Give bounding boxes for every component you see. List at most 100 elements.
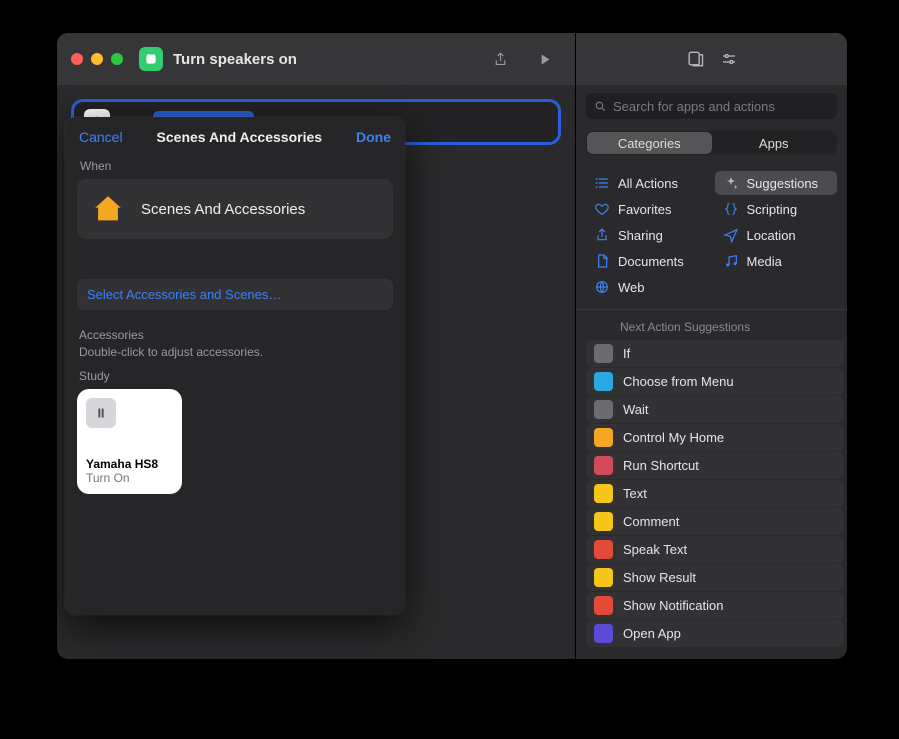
braces-icon [723, 201, 739, 217]
suggestion-label: Run Shortcut [623, 458, 699, 473]
accessory-icon [86, 398, 116, 428]
suggestion-icon [594, 540, 613, 559]
window-title: Turn speakers on [173, 51, 473, 68]
library-toggle-button[interactable] [684, 48, 706, 70]
library-icon [685, 49, 705, 69]
category-label: Documents [618, 254, 684, 269]
minimize-window-button[interactable] [91, 53, 103, 65]
suggestion-icon [594, 344, 613, 363]
when-scene-row[interactable]: Scenes And Accessories [77, 179, 393, 239]
window: Turn speakers on Set Yamaha HS8 Cancel S… [57, 33, 847, 659]
suggestion-icon [594, 596, 613, 615]
suggestion-label: Control My Home [623, 430, 724, 445]
music-icon [723, 253, 739, 269]
category-sharing[interactable]: Sharing [586, 223, 709, 247]
category-location[interactable]: Location [715, 223, 838, 247]
zoom-window-button[interactable] [111, 53, 123, 65]
close-window-button[interactable] [71, 53, 83, 65]
accessories-hint: Double-click to adjust accessories. [77, 345, 393, 359]
suggestion-label: Wait [623, 402, 649, 417]
scene-row-label: Scenes And Accessories [141, 201, 305, 218]
done-button[interactable]: Done [356, 129, 391, 145]
suggestion-speak-text[interactable]: Speak Text [586, 536, 843, 563]
suggestion-label: Choose from Menu [623, 374, 734, 389]
library-toolbar [576, 33, 847, 85]
sparkle-icon [723, 175, 739, 191]
suggestion-choose-from-menu[interactable]: Choose from Menu [586, 368, 843, 395]
titlebar: Turn speakers on [57, 33, 575, 85]
category-label: Suggestions [747, 176, 819, 191]
suggestion-icon [594, 568, 613, 587]
popover-header: Cancel Scenes And Accessories Done [77, 129, 393, 157]
search-field[interactable] [586, 93, 837, 119]
category-suggestions[interactable]: Suggestions [715, 171, 838, 195]
cancel-button[interactable]: Cancel [79, 129, 123, 145]
suggestion-icon [594, 372, 613, 391]
suggestion-control-my-home[interactable]: Control My Home [586, 424, 843, 451]
suggestion-icon [594, 456, 613, 475]
category-label: Scripting [747, 202, 798, 217]
suggestion-icon [594, 400, 613, 419]
category-label: Web [618, 280, 645, 295]
category-web[interactable]: Web [586, 275, 709, 299]
suggestions-scroll[interactable]: Next Action Suggestions IfChoose from Me… [586, 316, 843, 659]
category-label: All Actions [618, 176, 678, 191]
suggestion-show-result[interactable]: Show Result [586, 564, 843, 591]
suggestion-comment[interactable]: Comment [586, 508, 843, 535]
share-icon [594, 227, 610, 243]
shortcuts-glyph-icon [144, 52, 158, 66]
accessories-heading: Accessories [77, 328, 393, 342]
traffic-lights [71, 53, 123, 65]
search-container [576, 85, 847, 127]
category-favorites[interactable]: Favorites [586, 197, 709, 221]
settings-button[interactable] [718, 48, 740, 70]
category-scripting[interactable]: Scripting [715, 197, 838, 221]
category-label: Location [747, 228, 796, 243]
suggestion-icon [594, 624, 613, 643]
select-accessories-link[interactable]: Select Accessories and Scenes… [77, 279, 393, 310]
segment-apps[interactable]: Apps [712, 132, 837, 154]
heart-icon [594, 201, 610, 217]
library-segment: Categories Apps [586, 131, 837, 155]
category-documents[interactable]: Documents [586, 249, 709, 273]
scenes-accessories-popover: Cancel Scenes And Accessories Done When … [65, 117, 405, 615]
editor-pane: Turn speakers on Set Yamaha HS8 Cancel S… [57, 33, 575, 659]
house-large-icon [91, 192, 125, 226]
when-label: When [77, 157, 393, 179]
accessory-name: Yamaha HS8 [86, 457, 173, 471]
category-grid: All Actions Suggestions Favorites Scripting… [576, 165, 847, 310]
category-media[interactable]: Media [715, 249, 838, 273]
suggestion-open-app[interactable]: Open App [586, 620, 843, 647]
suggestion-label: Speak Text [623, 542, 687, 557]
category-all-actions[interactable]: All Actions [586, 171, 709, 195]
list-icon [594, 175, 610, 191]
segment-categories[interactable]: Categories [587, 132, 712, 154]
suggestion-wait[interactable]: Wait [586, 396, 843, 423]
suggestion-run-shortcut[interactable]: Run Shortcut [586, 452, 843, 479]
popover-title: Scenes And Accessories [157, 129, 323, 145]
power-icon [93, 405, 109, 421]
sliders-icon [720, 50, 738, 68]
run-button[interactable] [527, 45, 561, 73]
suggestion-label: Comment [623, 514, 679, 529]
accessory-state: Turn On [86, 471, 173, 485]
suggestion-icon [594, 484, 613, 503]
category-label: Media [747, 254, 782, 269]
share-icon [492, 51, 509, 68]
accessory-card[interactable]: Yamaha HS8 Turn On [77, 389, 182, 494]
suggestion-show-notification[interactable]: Show Notification [586, 592, 843, 619]
category-label: Sharing [618, 228, 663, 243]
suggestion-label: If [623, 346, 630, 361]
category-label: Favorites [618, 202, 671, 217]
suggestion-text[interactable]: Text [586, 480, 843, 507]
play-icon [536, 51, 553, 68]
share-button[interactable] [483, 45, 517, 73]
suggestion-label: Show Notification [623, 598, 723, 613]
library-pane: Categories Apps All Actions Suggestions Fa… [575, 33, 847, 659]
suggestion-if[interactable]: If [586, 340, 843, 367]
search-icon [594, 100, 607, 113]
search-input[interactable] [613, 99, 829, 114]
doc-icon [594, 253, 610, 269]
suggestion-icon [594, 512, 613, 531]
suggestion-label: Text [623, 486, 647, 501]
